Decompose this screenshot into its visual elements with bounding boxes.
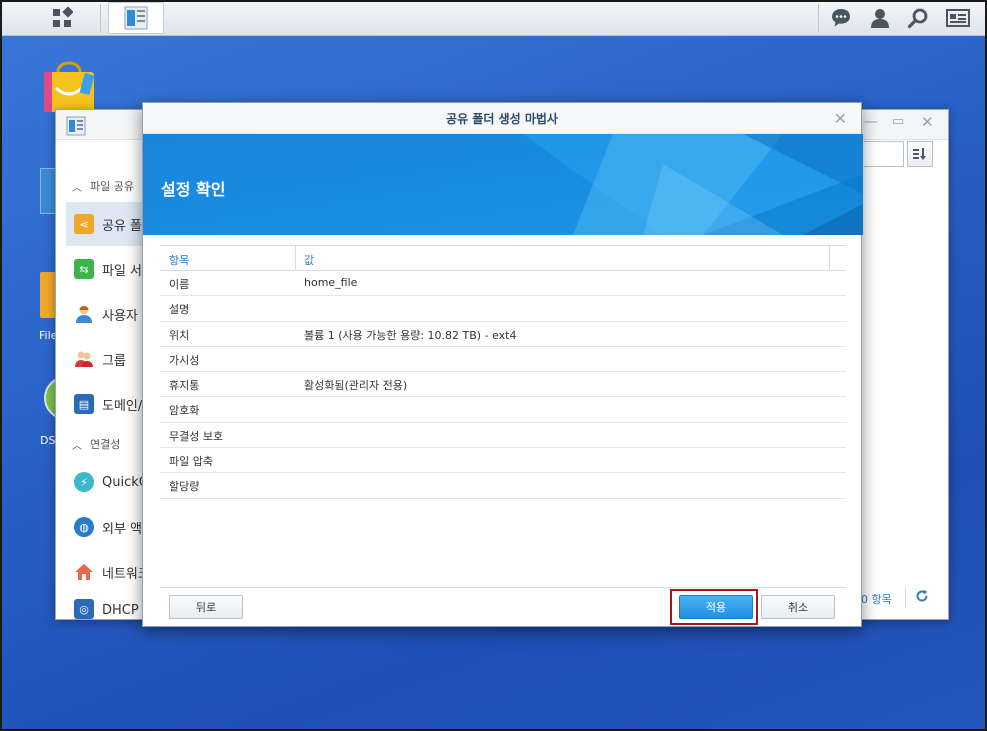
group-icon	[74, 349, 94, 369]
footer-divider	[160, 587, 846, 588]
widgets-icon	[946, 9, 970, 27]
taskbar-app-control-panel[interactable]	[108, 2, 164, 34]
taskbar	[0, 0, 987, 36]
table-row: 파일 압축	[160, 448, 846, 474]
dhcp-icon: ◎	[74, 599, 94, 619]
row-key: 위치	[169, 328, 190, 342]
dialog-banner: 설정 확인	[143, 134, 863, 235]
widgets-button[interactable]	[946, 6, 970, 30]
ds-label: DS	[40, 434, 56, 447]
search-input-right[interactable]	[864, 141, 904, 167]
row-key: 할당량	[169, 480, 200, 494]
maximize-icon[interactable]: ▭	[892, 114, 904, 129]
column-header-value: 값	[304, 254, 315, 267]
table-row: 휴지통 활성화됨(관리자 전용)	[160, 372, 846, 398]
shared-folder-wizard-dialog: 공유 폴더 생성 마법사 ✕ 설정 확인 항목 값 이름 home_file 설…	[142, 102, 863, 627]
file-station-desktop-icon[interactable]	[40, 272, 56, 318]
share-folder-icon: ⋖	[74, 214, 94, 234]
external-access-icon: ◍	[74, 517, 94, 537]
control-panel-icon	[66, 116, 86, 136]
row-key: 가시성	[169, 353, 200, 367]
taskbar-separator	[100, 4, 101, 32]
row-value: home_file	[304, 276, 358, 289]
package-center-icon	[44, 61, 95, 112]
table-row: 이름 home_file	[160, 271, 846, 297]
close-icon[interactable]: ✕	[921, 113, 934, 131]
dialog-title: 공유 폴더 생성 마법사	[143, 103, 861, 134]
control-panel-desktop-icon[interactable]	[40, 168, 56, 214]
minimize-icon[interactable]: —	[864, 114, 878, 130]
main-menu-button[interactable]	[34, 2, 90, 34]
sort-icon	[913, 148, 926, 160]
user-icon	[74, 304, 94, 324]
close-icon[interactable]: ✕	[834, 109, 847, 128]
table-row: 가시성	[160, 347, 846, 373]
table-row: 위치 볼륨 1 (사용 가능한 용량: 10.82 TB) - ext4	[160, 322, 846, 347]
column-header-item: 항목	[169, 254, 190, 267]
chevron-up-icon: ︿	[72, 182, 82, 194]
table-row: 무결성 보호	[160, 423, 846, 449]
chat-button[interactable]	[829, 6, 853, 30]
network-icon	[74, 562, 94, 582]
grid-icon	[53, 7, 73, 27]
refresh-icon	[916, 589, 928, 602]
sidebar: ︿ 파일 공유 ⋖ 공유 폴더 ⇆ 파일 서비스 사용자 그룹 ▤ 도메인/LD…	[56, 140, 156, 619]
control-panel-icon	[124, 6, 148, 30]
column-divider	[295, 246, 296, 271]
taskbar-separator-right	[818, 4, 819, 32]
row-value: 볼륨 1 (사용 가능한 용량: 10.82 TB) - ext4	[304, 328, 517, 342]
column-divider	[829, 246, 830, 271]
domain-icon: ▤	[74, 394, 94, 414]
row-key: 이름	[169, 278, 190, 291]
table-body: 이름 home_file 설명위치 볼륨 1 (사용 가능한 용량: 10.82 TB…	[160, 271, 846, 499]
sort-button[interactable]	[907, 141, 933, 167]
table-row: 설명	[160, 296, 846, 322]
file-service-icon: ⇆	[74, 259, 94, 279]
banner-pattern	[143, 134, 863, 235]
item-count: 0 항목	[861, 593, 892, 606]
section-connectivity[interactable]: ︿ 연결성	[72, 436, 120, 452]
search-icon	[907, 8, 928, 29]
apply-button[interactable]: 적용	[679, 595, 753, 619]
row-value: 활성화됨(관리자 전용)	[304, 379, 408, 393]
table-row: 할당량	[160, 473, 846, 499]
divider	[905, 588, 906, 608]
refresh-button[interactable]	[915, 589, 929, 606]
table-row: 암호화	[160, 397, 846, 423]
table-header: 항목 값	[160, 245, 846, 271]
user-icon	[871, 9, 889, 28]
chat-icon	[832, 9, 850, 27]
row-key: 파일 압축	[169, 455, 213, 469]
user-button[interactable]	[868, 6, 892, 30]
search-button[interactable]	[906, 6, 930, 30]
row-key: 무결성 보호	[169, 429, 224, 443]
quickconnect-icon: ⚡	[74, 472, 94, 492]
dialog-heading: 설정 확인	[161, 180, 226, 199]
row-key: 설명	[169, 303, 190, 317]
row-key: 휴지통	[169, 379, 200, 393]
back-button[interactable]: 뒤로	[169, 595, 243, 619]
row-key: 암호화	[169, 404, 200, 418]
section-file-sharing[interactable]: ︿ 파일 공유	[72, 178, 134, 194]
cancel-button[interactable]: 취소	[761, 595, 835, 619]
summary-table: 항목 값 이름 home_file 설명위치 볼륨 1 (사용 가능한 용량: 10.…	[160, 245, 846, 499]
chevron-up-icon: ︿	[72, 440, 82, 452]
